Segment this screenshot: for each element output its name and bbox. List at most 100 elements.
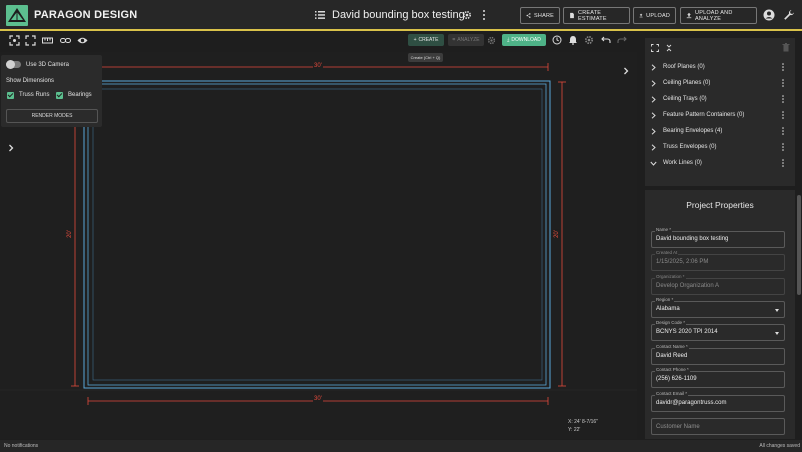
chevron-down-icon — [650, 161, 657, 166]
coord-x: X: 24' 8-7/16" — [568, 419, 598, 425]
more-options-icon[interactable] — [781, 111, 785, 119]
chevron-right-icon — [651, 63, 656, 71]
more-options-icon[interactable] — [781, 63, 785, 71]
redo-icon[interactable] — [617, 35, 627, 45]
analyze-label: ANALYZE — [457, 37, 480, 43]
layer-label: Work Lines (0) — [663, 160, 702, 166]
created-at-value: 1/15/2025, 2:06 PM — [656, 259, 709, 265]
link-icon[interactable] — [60, 35, 71, 46]
outer-envelope[interactable] — [83, 80, 551, 389]
download-icon: ⤓ — [507, 37, 510, 43]
contact-name-value: David Reed — [656, 353, 688, 359]
chevron-right-icon — [651, 111, 656, 119]
notifications-status: No notifications — [4, 443, 39, 449]
show-dimensions-label: Show Dimensions — [6, 78, 55, 84]
bearings-label: Bearings — [68, 92, 92, 98]
layer-label: Ceiling Planes (0) — [663, 80, 711, 86]
more-options-icon[interactable] — [781, 95, 785, 103]
account-icon[interactable] — [763, 9, 775, 21]
create-button[interactable]: + CREATE — [408, 34, 444, 46]
ruler-icon[interactable] — [42, 35, 53, 46]
upload-and-analyze-button[interactable]: UPLOAD AND ANALYZE — [680, 7, 757, 24]
chevron-right-icon — [651, 127, 656, 135]
layer-label: Truss Envelopes (0) — [663, 144, 717, 150]
settings-gear-icon[interactable] — [584, 35, 594, 45]
truss-runs-label: Truss Runs — [19, 92, 50, 98]
download-label: DOWNLOAD — [511, 37, 541, 43]
analyze-button[interactable]: ⌗ ANALYZE — [448, 34, 484, 46]
layer-label: Feature Pattern Containers (0) — [663, 112, 745, 118]
created-at-label: Created At — [655, 250, 679, 255]
upload-label: UPLOAD — [646, 12, 670, 19]
layer-row-work-lines[interactable]: Work Lines (0) — [648, 156, 793, 170]
status-bar — [0, 440, 802, 452]
dimension-left: 20' — [66, 230, 73, 238]
name-label: Name * — [655, 227, 673, 232]
contact-phone-label: Contact Phone * — [655, 367, 690, 372]
analyze-settings-gear-icon[interactable] — [487, 36, 496, 45]
design-code-label: Design Code * — [655, 320, 687, 325]
undo-icon[interactable] — [601, 35, 611, 45]
chevron-right-icon — [651, 95, 656, 103]
inner-envelope[interactable] — [87, 83, 547, 386]
more-options-icon[interactable] — [781, 143, 785, 151]
truss-runs-checkbox[interactable] — [7, 92, 14, 99]
collapse-all-icon[interactable] — [665, 44, 673, 52]
design-code-value: BCNYS 2020 TPI 2014 — [656, 329, 718, 335]
more-options-icon[interactable] — [781, 79, 785, 87]
upload-and-analyze-label: UPLOAD AND ANALYZE — [695, 9, 733, 22]
region-value: Alabama — [656, 306, 680, 312]
region-label: Region * — [655, 297, 675, 302]
save-status: All changes saved — [759, 443, 800, 449]
expand-left-chevron-icon[interactable] — [7, 144, 15, 152]
contact-email-value: davidr@paragontruss.com — [656, 400, 727, 406]
expand-right-chevron-icon[interactable] — [622, 67, 630, 75]
analyze-icon: ⌗ — [452, 37, 456, 43]
upload-icon — [686, 12, 692, 19]
more-options-icon[interactable] — [781, 127, 785, 135]
organization-value: Develop Organization A — [656, 283, 720, 289]
fit-view-icon[interactable] — [9, 35, 20, 46]
layer-label: Ceiling Trays (0) — [663, 96, 707, 102]
select-area-icon[interactable] — [25, 35, 36, 46]
render-modes-button[interactable]: RENDER MODES — [6, 109, 98, 123]
layer-label: Bearing Envelopes (4) — [663, 128, 723, 134]
use-3d-camera-label: Use 3D Camera — [26, 62, 70, 68]
name-value: David bounding box testing — [656, 236, 729, 242]
layer-row-ceiling-planes[interactable]: Ceiling Planes (0) — [648, 76, 793, 90]
bearings-checkbox[interactable] — [56, 92, 63, 99]
more-options-icon[interactable] — [781, 159, 785, 167]
wrench-icon[interactable] — [783, 9, 795, 21]
trash-icon[interactable] — [782, 43, 790, 52]
project-properties-title: Project Properties — [686, 200, 754, 210]
contact-name-label: Contact Name * — [655, 344, 689, 349]
cursor-coordinates: X: 24' 8-7/16" Y: 22' — [568, 418, 598, 434]
scrollbar[interactable] — [797, 195, 801, 295]
plus-icon: + — [413, 37, 417, 43]
layer-row-bearing-envelopes[interactable]: Bearing Envelopes (4) — [648, 124, 793, 138]
use-3d-camera-toggle[interactable] — [6, 60, 21, 69]
layer-row-ceiling-trays[interactable]: Ceiling Trays (0) — [648, 92, 793, 106]
coord-y: Y: 22' — [568, 427, 581, 433]
layer-row-feature-pattern-containers[interactable]: Feature Pattern Containers (0) — [648, 108, 793, 122]
bell-icon[interactable] — [568, 35, 578, 45]
layer-row-truss-envelopes[interactable]: Truss Envelopes (0) — [648, 140, 793, 154]
download-button[interactable]: ⤓ DOWNLOAD — [502, 34, 546, 46]
create-label: CREATE — [418, 37, 439, 43]
dimension-bottom: 30' — [313, 396, 323, 402]
customer-name-placeholder: Customer Name — [656, 424, 700, 430]
upload-button[interactable]: UPLOAD — [633, 7, 676, 24]
contact-email-label: Contact Email * — [655, 391, 689, 396]
dropdown-caret-icon — [775, 309, 779, 312]
focus-icon[interactable] — [651, 44, 659, 52]
dimension-right: 20' — [553, 230, 560, 238]
upload-icon — [639, 13, 643, 18]
dimension-top: 30' — [313, 63, 323, 69]
contact-phone-value: (256) 626-1109 — [656, 376, 697, 382]
layer-row-roof-planes[interactable]: Roof Planes (0) — [648, 60, 793, 74]
history-icon[interactable] — [552, 35, 562, 45]
visibility-icon[interactable] — [77, 35, 88, 46]
chevron-right-icon — [651, 79, 656, 87]
layer-label: Roof Planes (0) — [663, 64, 705, 70]
dropdown-caret-icon — [775, 332, 779, 335]
